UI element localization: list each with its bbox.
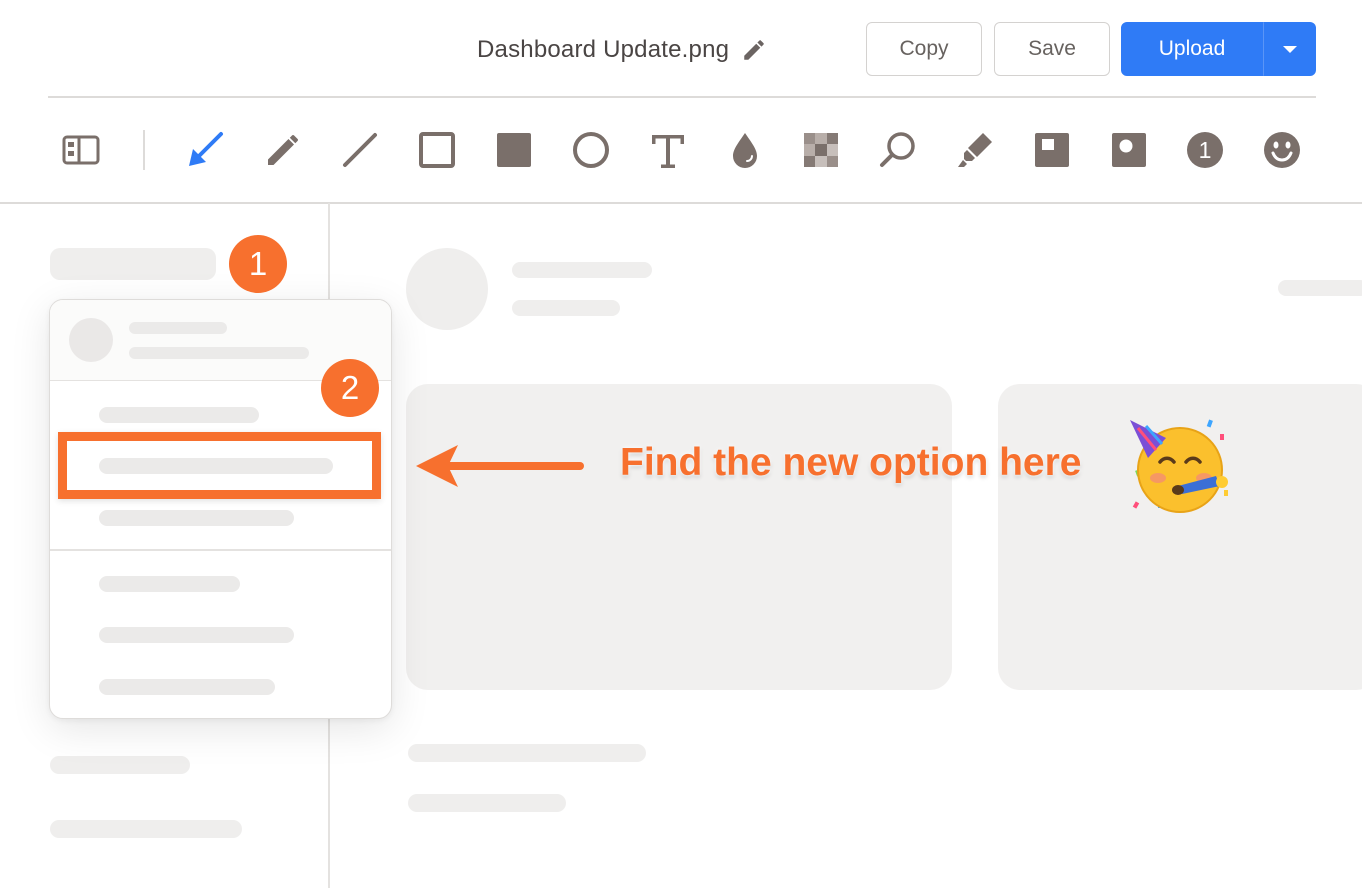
spotlight-square-icon[interactable] — [1030, 128, 1074, 172]
avatar-placeholder — [69, 318, 113, 362]
text-placeholder — [1278, 280, 1362, 296]
pencil-icon[interactable] — [261, 128, 305, 172]
ellipse-icon[interactable] — [569, 128, 613, 172]
save-button[interactable]: Save — [994, 22, 1110, 76]
menu-item-placeholder[interactable] — [99, 679, 275, 695]
emoji-icon[interactable] — [1260, 128, 1304, 172]
sidebar-placeholder — [50, 248, 216, 280]
upload-options-button[interactable] — [1263, 22, 1316, 76]
sidebar-placeholder — [50, 820, 242, 838]
sidebar-placeholder — [50, 756, 190, 774]
counter-icon-label: 1 — [1199, 137, 1212, 163]
toolbar-divider — [0, 202, 1362, 204]
text-placeholder — [512, 300, 620, 316]
partying-face-icon — [1130, 419, 1228, 513]
menu-item-placeholder[interactable] — [99, 510, 294, 526]
arrow-icon[interactable] — [183, 128, 227, 172]
toolbar-separator — [143, 130, 145, 170]
header-divider — [48, 96, 1316, 98]
menu-item-placeholder[interactable] — [99, 407, 259, 423]
copy-button[interactable]: Copy — [866, 22, 982, 76]
caret-down-icon — [1282, 45, 1297, 53]
layout-toggle-icon[interactable] — [59, 128, 103, 172]
text-icon[interactable] — [646, 128, 690, 172]
highlight-rectangle — [58, 432, 381, 499]
text-placeholder — [408, 794, 566, 812]
line-icon[interactable] — [338, 128, 382, 172]
menu-item-placeholder[interactable] — [99, 627, 294, 643]
text-placeholder — [129, 322, 227, 334]
text-placeholder — [129, 347, 309, 359]
magnifier-icon[interactable] — [876, 128, 920, 172]
pencil-icon[interactable] — [741, 37, 767, 63]
avatar-placeholder — [406, 248, 488, 330]
file-name[interactable]: Dashboard Update.png — [477, 36, 729, 64]
file-title[interactable]: Dashboard Update.png — [477, 30, 767, 70]
step-badge-1: 1 — [229, 235, 287, 293]
text-placeholder — [512, 262, 652, 278]
menu-item-placeholder[interactable] — [99, 576, 240, 592]
dropdown-menu-divider — [50, 549, 391, 551]
counter-icon[interactable]: 1 — [1183, 128, 1227, 172]
upload-button[interactable]: Upload — [1121, 22, 1263, 76]
callout-arrow-icon — [416, 445, 584, 487]
highlighter-icon[interactable] — [953, 128, 997, 172]
rectangle-filled-icon[interactable] — [492, 128, 536, 172]
step-badge-2: 2 — [321, 359, 379, 417]
card-placeholder — [406, 384, 952, 690]
rectangle-outline-icon[interactable] — [415, 128, 459, 172]
callout-text: Find the new option here — [620, 441, 1082, 484]
spotlight-rounded-icon[interactable] — [1107, 128, 1151, 172]
pixelate-icon[interactable] — [799, 128, 843, 172]
text-placeholder — [408, 744, 646, 762]
blur-drop-icon[interactable] — [723, 128, 767, 172]
